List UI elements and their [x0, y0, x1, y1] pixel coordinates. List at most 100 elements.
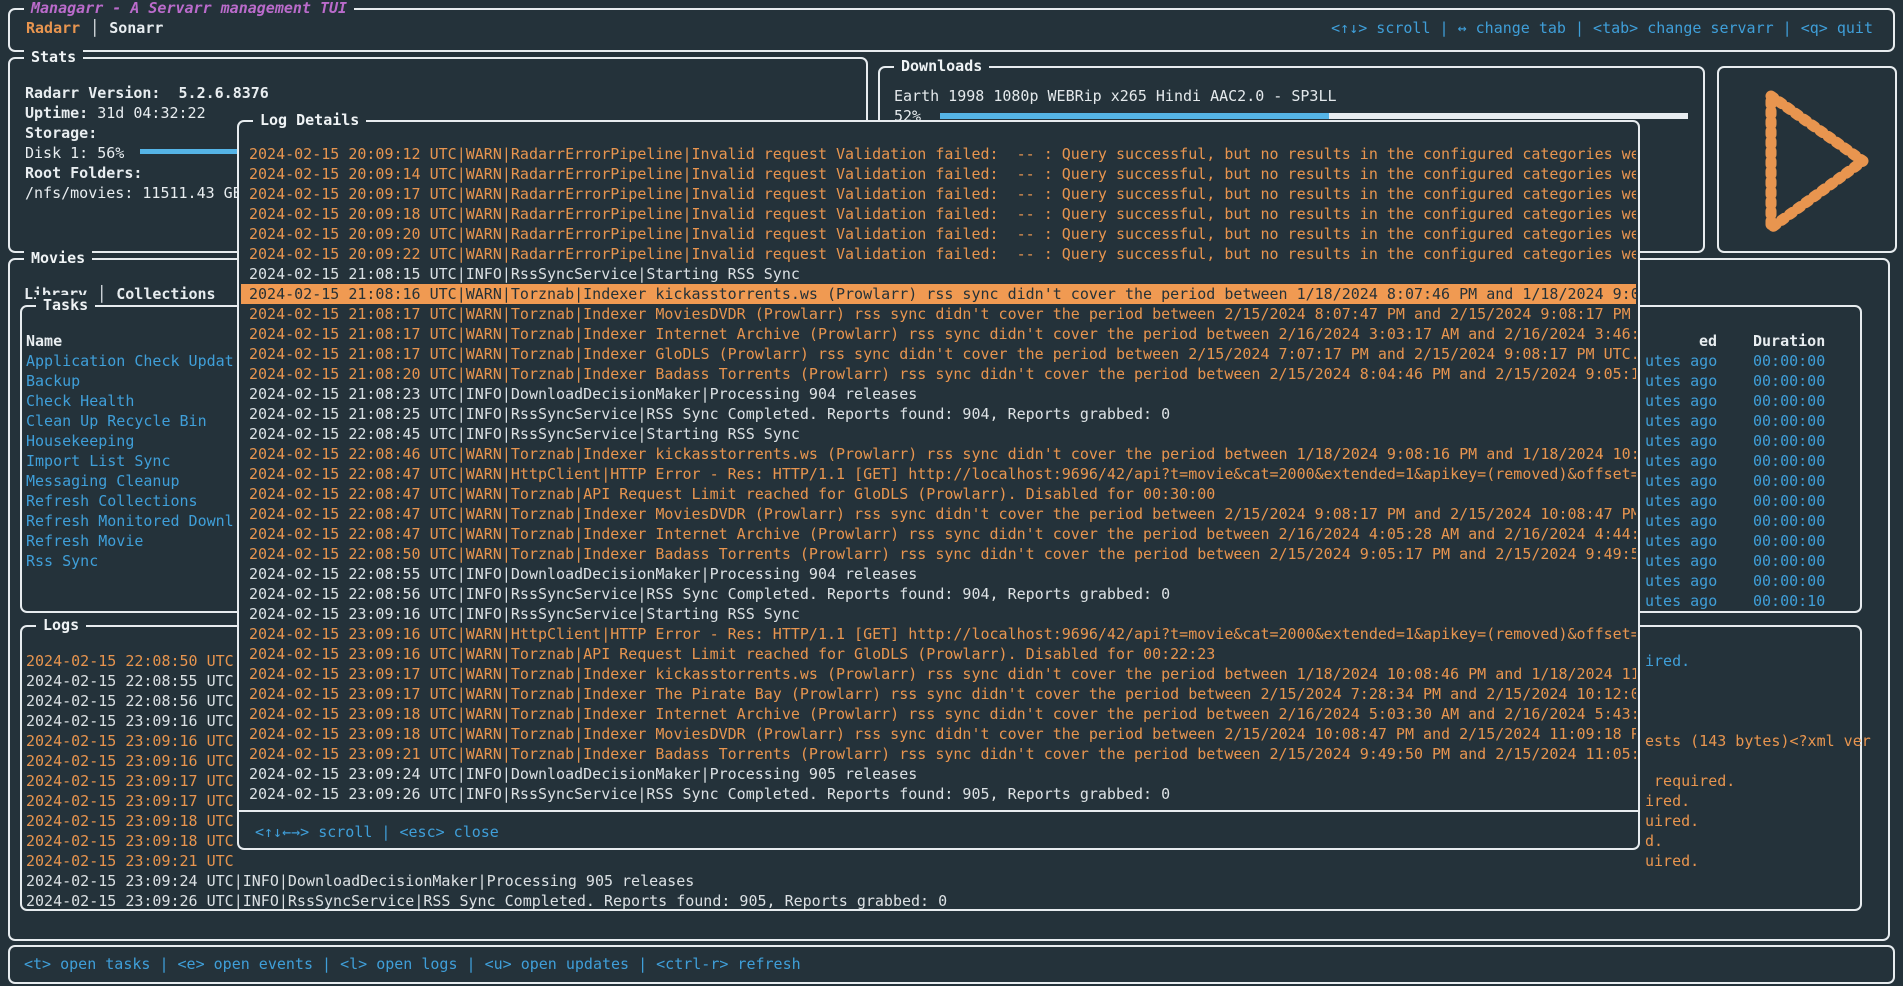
task-queued-fragment: utes ago: [1645, 532, 1717, 550]
log-time: 2024-02-15 23:09:16 UTC: [26, 732, 234, 750]
log-line[interactable]: 2024-02-15 21:08:17 UTC|WARN|Torznab|Ind…: [241, 304, 1636, 324]
bottom-bar: <t> open tasks | <e> open events | <l> o…: [8, 945, 1895, 984]
log-line[interactable]: 2024-02-15 21:08:23 UTC|INFO|DownloadDec…: [241, 384, 1636, 404]
log-line[interactable]: 2024-02-15 20:09:14 UTC|WARN|RadarrError…: [241, 164, 1636, 184]
task-queued-fragment: utes ago: [1645, 372, 1717, 390]
log-line-fragment: ired.: [1645, 651, 1690, 671]
task-queued-fragment: utes ago: [1645, 452, 1717, 470]
log-line[interactable]: 2024-02-15 21:08:17 UTC|WARN|Torznab|Ind…: [241, 344, 1636, 364]
log-line[interactable]: 2024-02-15 22:08:45 UTC|INFO|RssSyncServ…: [241, 424, 1636, 444]
tab-radarr[interactable]: Radarr: [26, 19, 80, 37]
log-row[interactable]: 2024-02-15 23:09:21 UTCuired.: [26, 851, 1858, 871]
log-line[interactable]: 2024-02-15 22:08:56 UTC|INFO|RssSyncServ…: [241, 584, 1636, 604]
log-line[interactable]: 2024-02-15 22:08:46 UTC|WARN|Torznab|Ind…: [241, 444, 1636, 464]
log-line[interactable]: 2024-02-15 21:08:17 UTC|WARN|Torznab|Ind…: [241, 324, 1636, 344]
stats-storage-label: Storage:: [25, 123, 97, 143]
log-line[interactable]: 2024-02-15 23:09:16 UTC|WARN|Torznab|API…: [241, 644, 1636, 664]
tab-collections[interactable]: Collections: [116, 285, 215, 303]
log-line-fragment: d.: [1645, 831, 1663, 851]
task-duration-row[interactable]: utes ago00:00:00: [1645, 511, 1865, 531]
log-line[interactable]: 2024-02-15 23:09:18 UTC|WARN|Torznab|Ind…: [241, 724, 1636, 744]
download-item[interactable]: Earth 1998 1080p WEBRip x265 Hindi AAC2.…: [894, 86, 1337, 106]
log-time: 2024-02-15 23:09:17 UTC: [26, 792, 234, 810]
log-line[interactable]: 2024-02-15 23:09:18 UTC|WARN|Torznab|Ind…: [241, 704, 1636, 724]
log-line[interactable]: 2024-02-15 20:09:18 UTC|WARN|RadarrError…: [241, 204, 1636, 224]
task-duration-value: 00:00:10: [1753, 591, 1825, 611]
log-line[interactable]: 2024-02-15 23:09:24 UTC|INFO|DownloadDec…: [241, 764, 1636, 784]
log-details-modal: Log Details 2024-02-15 20:09:12 UTC|WARN…: [237, 120, 1640, 850]
servarr-tabs: Radarr│Sonarr: [26, 18, 163, 38]
task-queued-fragment: utes ago: [1645, 432, 1717, 450]
log-line[interactable]: 2024-02-15 22:08:50 UTC|WARN|Torznab|Ind…: [241, 544, 1636, 564]
log-line[interactable]: 2024-02-15 23:09:17 UTC|WARN|Torznab|Ind…: [241, 684, 1636, 704]
task-duration-value: 00:00:00: [1753, 511, 1825, 531]
task-duration-row[interactable]: utes ago00:00:00: [1645, 351, 1865, 371]
log-line[interactable]: 2024-02-15 23:09:16 UTC|WARN|HttpClient|…: [241, 624, 1636, 644]
log-line-fragment: ired.: [1645, 791, 1690, 811]
app-title: Managarr - A Servarr management TUI: [24, 0, 354, 18]
download-progress-bar: [940, 113, 1688, 119]
log-line[interactable]: 2024-02-15 20:09:17 UTC|WARN|RadarrError…: [241, 184, 1636, 204]
log-line[interactable]: 2024-02-15 23:09:21 UTC|WARN|Torznab|Ind…: [241, 744, 1636, 764]
stats-title: Stats: [24, 47, 83, 67]
task-duration-row[interactable]: utes ago00:00:00: [1645, 371, 1865, 391]
task-duration-list: utes ago 00:00:00 utes ago 00:00:00 utes ago…: [1645, 351, 1865, 611]
log-time: 2024-02-15 23:09:16 UTC: [26, 752, 234, 770]
log-time: 2024-02-15 22:08:55 UTC: [26, 672, 234, 690]
modal-footer-hints: <↑↓←→> scroll | <esc> close: [255, 822, 499, 842]
log-line[interactable]: 2024-02-15 21:08:20 UTC|WARN|Torznab|Ind…: [241, 364, 1636, 384]
stats-version-value: 5.2.6.8376: [179, 84, 269, 102]
log-time: 2024-02-15 23:09:18 UTC: [26, 812, 234, 830]
log-row[interactable]: 2024-02-15 23:09:26 UTC|INFO|RssSyncServ…: [26, 891, 1858, 911]
title-bar: Managarr - A Servarr management TUI Rada…: [8, 8, 1895, 52]
task-duration-value: 00:00:00: [1753, 491, 1825, 511]
log-line[interactable]: 2024-02-15 22:08:47 UTC|WARN|HttpClient|…: [241, 464, 1636, 484]
log-line[interactable]: 2024-02-15 23:09:17 UTC|WARN|Torznab|Ind…: [241, 664, 1636, 684]
stats-root-folders-label: Root Folders:: [25, 163, 142, 183]
stats-uptime-value: 31d 04:32:22: [97, 104, 205, 122]
task-duration-row[interactable]: utes ago00:00:10: [1645, 591, 1865, 611]
task-duration-row[interactable]: utes ago00:00:00: [1645, 411, 1865, 431]
tasks-name-header: Name: [26, 331, 62, 351]
tab-sonarr[interactable]: Sonarr: [109, 19, 163, 37]
task-duration-value: 00:00:00: [1753, 531, 1825, 551]
log-line[interactable]: 2024-02-15 23:09:26 UTC|INFO|RssSyncServ…: [241, 784, 1636, 804]
task-duration-row[interactable]: utes ago00:00:00: [1645, 571, 1865, 591]
task-duration-row[interactable]: utes ago 00:00:00: [1645, 491, 1865, 511]
modal-log-lines: 2024-02-15 20:09:12 UTC|WARN|RadarrError…: [241, 144, 1636, 804]
log-time: 2024-02-15 23:09:24 UTC|INFO|DownloadDec…: [26, 872, 694, 890]
log-line-fragment: uired.: [1645, 851, 1699, 871]
task-duration-row[interactable]: utes ago00:00:00: [1645, 551, 1865, 571]
log-time: 2024-02-15 22:08:50 UTC: [26, 652, 234, 670]
tasks-duration-header: Duration: [1753, 331, 1825, 351]
task-duration-row[interactable]: utes ago00:00:00: [1645, 471, 1865, 491]
log-row[interactable]: 2024-02-15 23:09:24 UTC|INFO|DownloadDec…: [26, 871, 1858, 891]
task-queued-fragment: utes ago: [1645, 572, 1717, 590]
task-duration-row[interactable]: utes ago00:00:00: [1645, 391, 1865, 411]
logo-panel: [1717, 66, 1897, 253]
log-line[interactable]: 2024-02-15 20:09:20 UTC|WARN|RadarrError…: [241, 224, 1636, 244]
log-line[interactable]: 2024-02-15 20:09:12 UTC|WARN|RadarrError…: [241, 144, 1636, 164]
log-line[interactable]: 2024-02-15 21:08:15 UTC|INFO|RssSyncServ…: [241, 264, 1636, 284]
keybind-hints-bottom: <t> open tasks | <e> open events | <l> o…: [24, 954, 801, 974]
log-line[interactable]: 2024-02-15 22:08:47 UTC|WARN|Torznab|Ind…: [241, 524, 1636, 544]
task-duration-row[interactable]: utes ago 00:00:00: [1645, 531, 1865, 551]
task-duration-row[interactable]: utes ago00:00:00: [1645, 431, 1865, 451]
stats-version-row: Radarr Version: 5.2.6.8376: [25, 83, 269, 103]
log-line[interactable]: 2024-02-15 22:08:47 UTC|WARN|Torznab|API…: [241, 484, 1636, 504]
stats-root-folder-value: /nfs/movies: 11511.43 GB: [25, 183, 242, 203]
task-queued-fragment: utes ago: [1645, 352, 1717, 370]
log-line[interactable]: 2024-02-15 22:08:55 UTC|INFO|DownloadDec…: [241, 564, 1636, 584]
log-line[interactable]: 2024-02-15 21:08:16 UTC|WARN|Torznab|Ind…: [241, 284, 1636, 304]
log-line[interactable]: 2024-02-15 20:09:22 UTC|WARN|RadarrError…: [241, 244, 1636, 264]
stats-disk-row: Disk 1: 56%: [25, 143, 124, 163]
log-time: 2024-02-15 22:08:56 UTC: [26, 692, 234, 710]
log-line[interactable]: 2024-02-15 21:08:25 UTC|INFO|RssSyncServ…: [241, 404, 1636, 424]
log-line[interactable]: 2024-02-15 22:08:47 UTC|WARN|Torznab|Ind…: [241, 504, 1636, 524]
log-line[interactable]: 2024-02-15 23:09:16 UTC|INFO|RssSyncServ…: [241, 604, 1636, 624]
task-duration-row[interactable]: utes ago00:00:00: [1645, 451, 1865, 471]
task-queued-fragment: utes ago: [1645, 492, 1717, 510]
download-progress-fill: [940, 113, 1329, 119]
modal-title: Log Details: [253, 110, 366, 130]
task-duration-value: 00:00:00: [1753, 471, 1825, 491]
